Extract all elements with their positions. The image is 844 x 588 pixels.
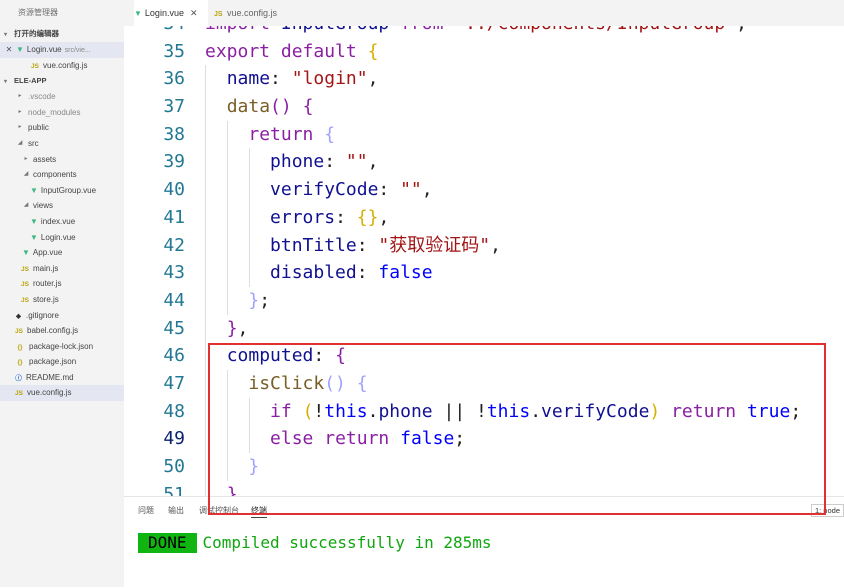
project-header[interactable]: ▾ ELE-APP (0, 73, 124, 89)
tab-terminal[interactable]: 终端 (251, 505, 267, 518)
tree-file-babel-config[interactable]: JS babel.config.js (0, 323, 124, 339)
line-number: 40 (163, 179, 185, 201)
done-badge: DONE (138, 533, 197, 553)
chevron-down-icon: ▾ (4, 79, 8, 86)
tab-output[interactable]: 输出 (168, 505, 184, 516)
line-number: 38 (163, 123, 185, 145)
tab-debug-console[interactable]: 调试控制台 (199, 505, 239, 516)
tree-folder-components[interactable]: ◢ components (0, 167, 124, 183)
line-number: 47 (163, 372, 185, 394)
terminal-output: DONE Compiled successfully in 285ms (138, 533, 492, 553)
tree-file-package-json[interactable]: {} package.json (0, 354, 124, 370)
vue-file-icon: ▼ (22, 248, 30, 258)
explorer-title: 资源管理器 (18, 8, 58, 17)
line-number: 39 (163, 151, 185, 173)
line-number: 36 (163, 68, 185, 90)
vue-file-icon: ▼ (30, 216, 38, 226)
editor-tab-bar: ▼ Login.vue ✕ JS vue.config.js (124, 0, 844, 26)
chevron-right-icon: ▸ (18, 108, 22, 115)
line-number: 41 (163, 206, 185, 228)
line-number: 48 (163, 400, 185, 422)
json-file-icon: {} (17, 359, 23, 367)
js-file-icon: JS (214, 11, 223, 18)
explorer-sidebar: 资源管理器 ▾ 打开的编辑器 ✕ ▼ Login.vue src/vie... JS vu… (0, 0, 124, 587)
close-icon[interactable]: ✕ (4, 42, 14, 58)
js-file-icon: JS (21, 265, 29, 273)
line-number: 35 (163, 40, 185, 62)
line-number: 44 (163, 289, 185, 311)
tree-file-app-vue[interactable]: ▼ App.vue (0, 245, 124, 261)
chevron-down-icon: ◢ (23, 202, 29, 209)
line-number: 51 (163, 483, 185, 496)
vue-file-icon: ▼ (30, 232, 38, 242)
tree-file-index-vue[interactable]: ▼ index.vue (0, 214, 124, 230)
open-editor-vue-config[interactable]: JS vue.config.js (0, 58, 124, 74)
chevron-right-icon: ▸ (24, 155, 28, 162)
code-editor[interactable]: 34import InputGroup from "../components/… (124, 26, 844, 496)
open-editor-login-vue[interactable]: ✕ ▼ Login.vue src/vie... (0, 42, 124, 58)
chevron-down-icon: ◢ (17, 139, 23, 146)
tree-file-main-js[interactable]: JS main.js (0, 261, 124, 277)
info-icon: ⓘ (15, 374, 22, 382)
tree-folder-node-modules[interactable]: ▸ node_modules (0, 105, 124, 121)
line-number: 42 (163, 234, 185, 256)
tree-folder-src[interactable]: ◢ src (0, 136, 124, 152)
js-file-icon: JS (21, 296, 29, 304)
js-file-icon: JS (21, 281, 29, 289)
tree-file-package-lock[interactable]: {} package-lock.json (0, 339, 124, 355)
line-number: 43 (163, 262, 185, 284)
close-icon[interactable]: ✕ (190, 8, 198, 18)
tree-file-inputgroup-vue[interactable]: ▼ InputGroup.vue (0, 183, 124, 199)
js-file-icon: JS (15, 328, 23, 336)
tab-login-vue[interactable]: ▼ Login.vue ✕ (134, 0, 208, 26)
tree-file-login-vue[interactable]: ▼ Login.vue (0, 230, 124, 246)
line-number: 45 (163, 317, 185, 339)
line-number: 37 (163, 96, 185, 118)
chevron-down-icon: ▾ (4, 32, 8, 38)
line-number: 46 (163, 345, 185, 367)
line-number: 49 (163, 428, 185, 450)
vue-file-icon: ▼ (30, 185, 38, 195)
bottom-panel: 问题 输出 调试控制台 终端 1: node DONE Compiled succ… (124, 496, 844, 588)
chevron-right-icon: ▸ (18, 124, 22, 131)
tree-file-gitignore[interactable]: ◆ .gitignore (0, 308, 124, 324)
tree-folder-public[interactable]: ▸ public (0, 120, 124, 136)
tree-file-readme[interactable]: ⓘ README.md (0, 370, 124, 386)
chevron-down-icon: ◢ (23, 171, 29, 178)
tree-file-store-js[interactable]: JS store.js (0, 292, 124, 308)
tab-problems[interactable]: 问题 (138, 505, 154, 516)
vue-file-icon: ▼ (134, 9, 142, 18)
git-icon: ◆ (16, 312, 21, 320)
tree-file-router-js[interactable]: JS router.js (0, 276, 124, 292)
terminal-select[interactable]: 1: node (810, 504, 844, 517)
vue-file-icon: ▼ (16, 45, 24, 54)
json-file-icon: {} (17, 343, 23, 351)
js-file-icon: JS (31, 62, 39, 70)
line-number: 34 (124, 26, 185, 38)
compile-message: Compiled successfully in 285ms (202, 533, 492, 552)
open-editors-header[interactable]: ▾ 打开的编辑器 (0, 26, 124, 42)
tree-folder-vscode[interactable]: ▸ .vscode (0, 89, 124, 105)
chevron-right-icon: ▸ (18, 93, 22, 100)
tree-file-vue-config[interactable]: JS vue.config.js (0, 385, 124, 402)
tree-folder-assets[interactable]: ▸ assets (0, 152, 124, 168)
tree-folder-views[interactable]: ◢ views (0, 198, 124, 214)
js-file-icon: JS (15, 390, 23, 398)
tab-vue-config[interactable]: JS vue.config.js (214, 0, 277, 26)
line-number: 50 (163, 456, 185, 477)
